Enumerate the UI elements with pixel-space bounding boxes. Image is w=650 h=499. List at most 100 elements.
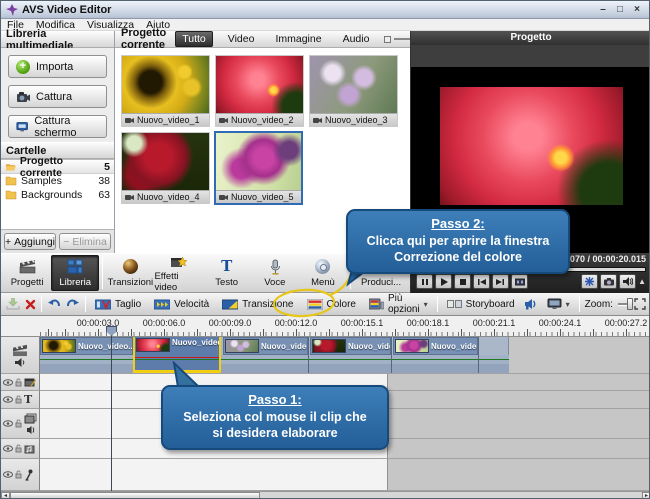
- tab-tutto[interactable]: Tutto: [175, 31, 213, 47]
- clip-thumbnail: [225, 339, 259, 353]
- tab-video[interactable]: Video: [222, 32, 261, 46]
- toolbar-menu-button[interactable]: Menù: [299, 255, 347, 291]
- toolbar-separator: [41, 296, 42, 312]
- color-bars-icon: [307, 299, 323, 310]
- undo-icon[interactable]: [47, 299, 61, 310]
- scrollbar-thumb[interactable]: [10, 492, 260, 499]
- overlay-video-track-icon: [24, 413, 37, 435]
- clip-boundary: [391, 337, 392, 373]
- toolbar-voce-button[interactable]: Voce: [251, 255, 299, 291]
- transizione-button[interactable]: Transizione: [218, 298, 297, 311]
- minimize-button[interactable]: –: [596, 4, 610, 16]
- delete-clip-icon[interactable]: [25, 299, 36, 310]
- tab-audio[interactable]: Audio: [337, 32, 376, 46]
- video-track[interactable]: Nuovo_video... Nuovo_video... Nuovo_vide…: [40, 337, 650, 374]
- folder-current-project[interactable]: Progetto corrente 5: [1, 160, 114, 174]
- colore-button[interactable]: Colore: [303, 298, 360, 311]
- timeline-clip-4[interactable]: Nuovo_vide...: [310, 337, 391, 355]
- media-item-3[interactable]: Nuovo_video_3: [309, 55, 398, 127]
- volume-popup-arrow[interactable]: ▲: [638, 277, 646, 286]
- split-view-icon[interactable]: [581, 274, 598, 289]
- tab-immagine[interactable]: Immagine: [269, 32, 327, 46]
- timeline-ruler[interactable]: 00:00:03.0 00:00:06.0 00:00:09.0 00:00:1…: [1, 316, 650, 337]
- frame-step-button[interactable]: [511, 274, 528, 289]
- toolbar-label: Menù: [311, 277, 335, 288]
- taglio-button[interactable]: Taglio: [91, 298, 145, 311]
- callout-step2-line2: Correzione del colore: [356, 249, 560, 265]
- storyboard-toggle[interactable]: Storyboard: [443, 298, 519, 311]
- text-track-icon: T: [24, 393, 32, 406]
- chevron-down-icon: ▾: [424, 300, 428, 309]
- piu-opzioni-button[interactable]: Più opzioni ▾: [365, 292, 432, 316]
- media-grid: Nuovo_video_1 Nuovo_video_2 Nuovo_video_…: [115, 48, 410, 211]
- add-icon: +: [5, 236, 11, 248]
- effects-track-header: [1, 374, 40, 391]
- timeline-clip-1[interactable]: Nuovo_video...: [40, 337, 133, 355]
- clip-name: Nuovo_video...: [261, 342, 308, 351]
- unlock-icon[interactable]: [15, 378, 22, 387]
- import-button[interactable]: + Importa: [8, 55, 107, 78]
- unlock-icon[interactable]: [15, 419, 22, 428]
- video-camera-icon: [219, 117, 228, 124]
- callout-step2-title: Passo 2:: [356, 216, 560, 233]
- media-item-4[interactable]: Nuovo_video_4: [121, 132, 210, 204]
- eye-icon[interactable]: [3, 396, 13, 403]
- voice-track[interactable]: [40, 459, 650, 491]
- ruler-label: 00:00:03.0: [66, 318, 130, 328]
- zoom-slider-thumb[interactable]: [627, 298, 633, 310]
- scroll-left-icon[interactable]: ◂: [1, 492, 10, 499]
- insert-clip-icon[interactable]: [6, 298, 20, 310]
- library-blocks-icon: [67, 258, 83, 275]
- video-track-header: [1, 337, 40, 374]
- colore-label: Colore: [327, 299, 356, 310]
- scroll-right-icon[interactable]: ▸: [642, 492, 650, 499]
- monitor-view-button[interactable]: ▾: [543, 297, 574, 311]
- velocita-button[interactable]: Velocità: [150, 298, 213, 311]
- pause-button[interactable]: [416, 274, 433, 289]
- unlock-icon[interactable]: [15, 444, 22, 453]
- play-button[interactable]: [435, 274, 452, 289]
- toolbar-libreria-button[interactable]: Libreria: [51, 255, 99, 291]
- toolbar-transizioni-button[interactable]: Transizioni: [106, 255, 154, 291]
- ruler-label: 00:00:24.1: [528, 318, 592, 328]
- unlock-icon[interactable]: [15, 395, 22, 404]
- add-folder-button[interactable]: + Aggiungi: [4, 233, 56, 250]
- plus-icon: +: [16, 60, 30, 74]
- close-button[interactable]: ×: [630, 4, 644, 16]
- delete-folder-button[interactable]: − Elimina: [59, 233, 111, 250]
- eye-icon[interactable]: [3, 420, 13, 427]
- callout-step2: Passo 2: Clicca qui per aprire la finest…: [346, 209, 570, 274]
- clip-thumbnail: [136, 338, 170, 352]
- effects-star-icon: [170, 254, 187, 269]
- toolbar-separator: [102, 257, 103, 289]
- toolbar-effetti-video-button[interactable]: Effetti video: [154, 255, 202, 291]
- redo-icon[interactable]: [66, 299, 80, 310]
- fit-timeline-icon[interactable]: [634, 298, 646, 310]
- media-item-5-selected[interactable]: Nuovo_video_5: [214, 131, 303, 205]
- folder-backgrounds[interactable]: Backgrounds 63: [1, 188, 114, 202]
- maximize-button[interactable]: □: [613, 4, 627, 16]
- eye-icon[interactable]: [3, 379, 13, 386]
- ruler-label: 00:00:12.0: [264, 318, 328, 328]
- video-camera-icon: [219, 194, 228, 201]
- toolbar-progetti-button[interactable]: Progetti: [3, 255, 51, 291]
- timeline-clip-5[interactable]: Nuovo_video...: [393, 337, 478, 355]
- snapshot-camera-icon[interactable]: [600, 274, 617, 289]
- timeline-hscrollbar[interactable]: ◂ ▸: [1, 491, 650, 499]
- clip-boundary: [308, 337, 309, 373]
- screen-capture-button[interactable]: Cattura schermo: [8, 115, 107, 138]
- media-item-1[interactable]: Nuovo_video_1: [121, 55, 210, 127]
- timeline-clip-3[interactable]: Nuovo_video...: [223, 337, 308, 355]
- eye-icon[interactable]: [3, 445, 13, 452]
- capture-button[interactable]: Cattura: [8, 85, 107, 108]
- volume-icon[interactable]: [619, 274, 636, 289]
- eye-icon[interactable]: [3, 471, 13, 478]
- toolbar-testo-button[interactable]: T Testo: [203, 255, 251, 291]
- next-frame-button[interactable]: [492, 274, 509, 289]
- announcer-icon[interactable]: [524, 298, 538, 310]
- stop-button[interactable]: [454, 274, 471, 289]
- unlock-icon[interactable]: [15, 470, 22, 479]
- media-item-2[interactable]: Nuovo_video_2: [215, 55, 304, 127]
- timeline-zoom-slider[interactable]: [618, 303, 629, 306]
- previous-frame-button[interactable]: [473, 274, 490, 289]
